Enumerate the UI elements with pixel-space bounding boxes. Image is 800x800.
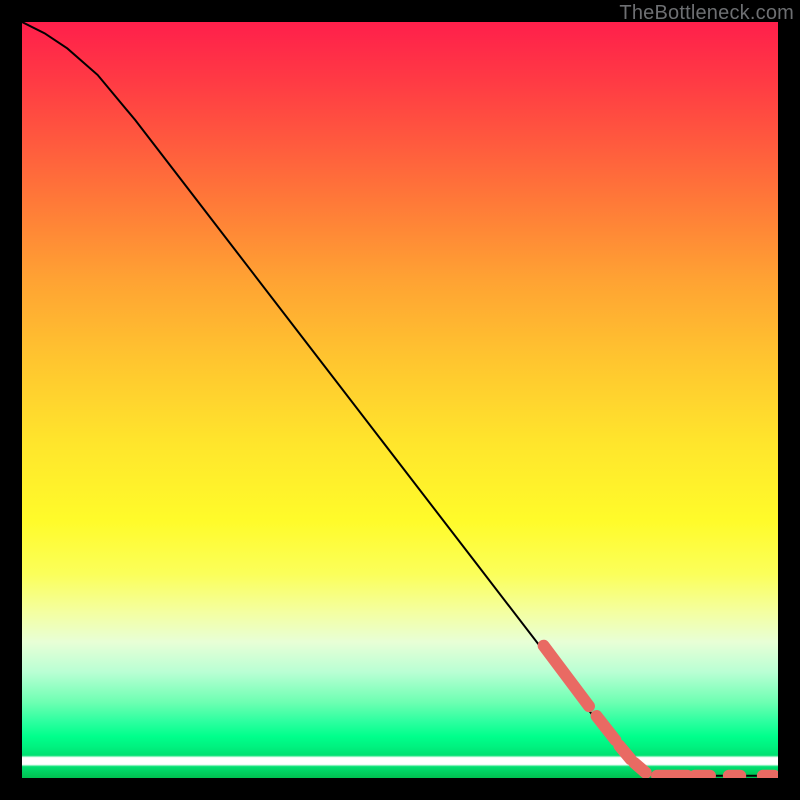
marker-cluster-diagonal-2 xyxy=(619,745,630,759)
plot-area xyxy=(22,22,778,778)
markers-layer xyxy=(544,646,775,776)
curve-layer xyxy=(22,22,778,776)
attribution-text: TheBottleneck.com xyxy=(619,2,794,25)
marker-cluster-diagonal-3 xyxy=(634,763,645,773)
marker-cluster-diagonal-0 xyxy=(544,646,589,706)
chart-overlay-svg xyxy=(22,22,778,778)
main-curve xyxy=(22,22,778,776)
chart-stage: TheBottleneck.com xyxy=(0,0,800,800)
marker-cluster-diagonal-1 xyxy=(597,716,616,740)
